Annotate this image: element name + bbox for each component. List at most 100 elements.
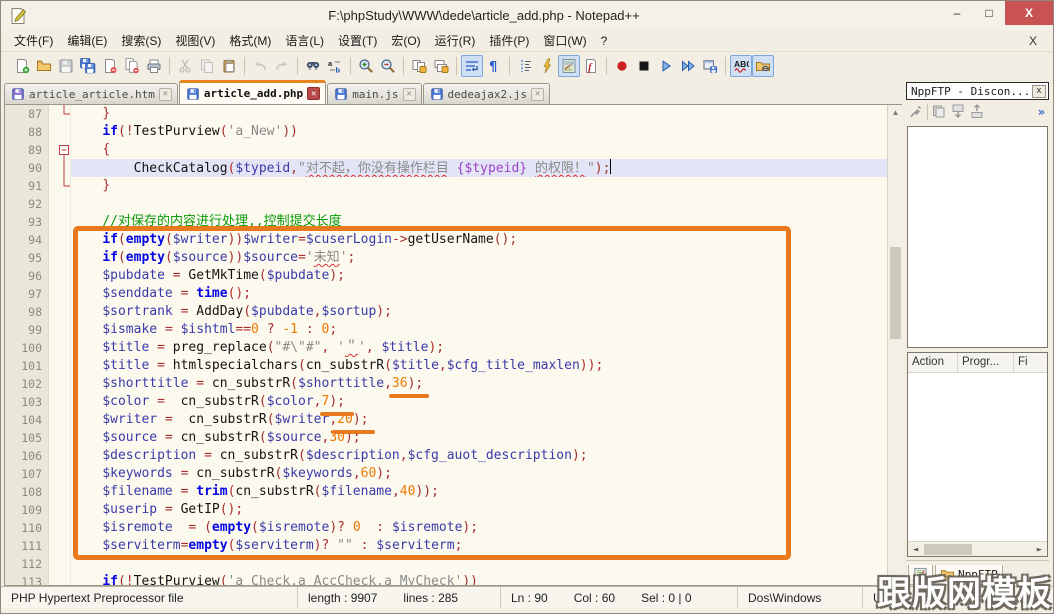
macro-play-button[interactable] <box>655 55 677 77</box>
menu-item-7[interactable]: 宏(O) <box>384 30 427 51</box>
ftp-connect-button[interactable] <box>908 103 924 122</box>
bookmark-margin[interactable] <box>49 123 57 141</box>
bookmark-margin[interactable] <box>49 267 57 285</box>
word-wrap-button[interactable] <box>461 55 483 77</box>
bookmark-margin[interactable] <box>49 177 57 195</box>
nppftp-horizontal-scrollbar[interactable]: ◄ ► <box>908 541 1047 556</box>
bookmark-margin[interactable] <box>49 519 57 537</box>
indent-guide-button[interactable] <box>514 55 536 77</box>
menu-close-doc-button[interactable]: X <box>1019 34 1047 48</box>
menu-item-5[interactable]: 语言(L) <box>278 30 331 51</box>
fold-margin[interactable] <box>57 573 71 585</box>
menu-item-1[interactable]: 编辑(E) <box>60 30 114 51</box>
macro-record-button[interactable] <box>611 55 633 77</box>
bookmark-margin[interactable] <box>49 429 57 447</box>
scroll-up-arrow-icon[interactable]: ▲ <box>888 105 902 120</box>
fold-margin[interactable] <box>57 555 71 573</box>
fold-margin[interactable] <box>57 429 71 447</box>
fold-margin[interactable] <box>57 105 71 123</box>
fold-margin[interactable] <box>57 393 71 411</box>
bookmark-margin[interactable] <box>49 501 57 519</box>
save-all-button[interactable] <box>77 55 99 77</box>
bookmark-margin[interactable] <box>49 573 57 585</box>
bookmark-margin[interactable] <box>49 447 57 465</box>
menu-item-0[interactable]: 文件(F) <box>7 30 60 51</box>
fold-margin[interactable] <box>57 447 71 465</box>
tab-dedeajax2-js[interactable]: dedeajax2.js✕ <box>423 83 550 104</box>
bookmark-margin[interactable] <box>49 213 57 231</box>
zoom-in-button[interactable] <box>355 55 377 77</box>
function-list-button[interactable]: f <box>580 55 602 77</box>
ftp-settings-button[interactable] <box>931 103 947 122</box>
tab-main-js[interactable]: main.js✕ <box>327 83 421 104</box>
nppftp-overflow-chevron[interactable]: » <box>1038 105 1047 119</box>
maximize-button[interactable]: □ <box>973 1 1005 25</box>
fold-margin[interactable] <box>57 195 71 213</box>
menu-item-4[interactable]: 格式(M) <box>222 30 278 51</box>
fold-margin[interactable] <box>57 213 71 231</box>
fold-margin[interactable] <box>57 321 71 339</box>
menu-item-6[interactable]: 设置(T) <box>331 30 384 51</box>
close-file-button[interactable] <box>99 55 121 77</box>
bookmark-margin[interactable] <box>49 375 57 393</box>
queue-column-action[interactable]: Action <box>908 353 958 372</box>
menu-item-3[interactable]: 视图(V) <box>168 30 222 51</box>
bookmark-margin[interactable] <box>49 411 57 429</box>
tab-close-icon[interactable]: ✕ <box>403 88 416 101</box>
open-file-button[interactable] <box>33 55 55 77</box>
close-all-button[interactable] <box>121 55 143 77</box>
bookmark-margin[interactable] <box>49 105 57 123</box>
tab-close-icon[interactable]: ✕ <box>307 87 320 100</box>
document-map-button[interactable] <box>558 55 580 77</box>
fold-margin[interactable] <box>57 519 71 537</box>
minimize-button[interactable]: – <box>941 1 973 25</box>
nppftp-close-button[interactable]: x <box>1032 85 1046 98</box>
bookmark-margin[interactable] <box>49 465 57 483</box>
bookmark-margin[interactable] <box>49 321 57 339</box>
fold-margin[interactable] <box>57 537 71 555</box>
tab-article-add-php[interactable]: article_add.php✕ <box>179 80 326 104</box>
nppftp-queue-list[interactable] <box>908 373 1047 541</box>
bookmark-margin[interactable] <box>49 285 57 303</box>
new-file-button[interactable] <box>11 55 33 77</box>
fold-margin[interactable] <box>57 375 71 393</box>
fold-margin[interactable] <box>57 231 71 249</box>
menu-item-8[interactable]: 运行(R) <box>428 30 483 51</box>
tab-close-icon[interactable]: ✕ <box>531 88 544 101</box>
bookmark-margin[interactable] <box>49 537 57 555</box>
bookmark-margin[interactable] <box>49 357 57 375</box>
bookmark-margin[interactable] <box>49 141 57 159</box>
fold-margin[interactable] <box>57 177 71 195</box>
fold-margin[interactable] <box>57 357 71 375</box>
fold-margin[interactable] <box>57 303 71 321</box>
bookmark-margin[interactable] <box>49 393 57 411</box>
zoom-out-button[interactable] <box>377 55 399 77</box>
menu-item-11[interactable]: ? <box>594 32 615 50</box>
queue-column-fi[interactable]: Fi <box>1014 353 1047 372</box>
scrollbar-thumb[interactable] <box>890 247 901 339</box>
bookmark-margin[interactable] <box>49 303 57 321</box>
tab-close-icon[interactable]: ✕ <box>159 88 172 101</box>
fold-margin[interactable] <box>57 285 71 303</box>
nppftp-toggle-button[interactable] <box>752 55 774 77</box>
bookmark-margin[interactable] <box>49 555 57 573</box>
macro-run-multiple-button[interactable] <box>677 55 699 77</box>
fold-margin[interactable] <box>57 339 71 357</box>
fold-margin[interactable] <box>57 159 71 177</box>
close-button[interactable]: X <box>1005 1 1053 25</box>
editor-vertical-scrollbar[interactable]: ▲ ▼ <box>887 105 902 585</box>
menu-item-9[interactable]: 插件(P) <box>482 30 536 51</box>
fold-margin[interactable] <box>57 141 71 159</box>
ftp-download-button[interactable] <box>950 103 966 122</box>
ftp-upload-button[interactable] <box>969 103 985 122</box>
bookmark-margin[interactable] <box>49 483 57 501</box>
sync-vertical-button[interactable] <box>408 55 430 77</box>
nppftp-file-tree[interactable] <box>907 126 1048 348</box>
macro-stop-button[interactable] <box>633 55 655 77</box>
paste-button[interactable] <box>218 55 240 77</box>
code-editor[interactable]: 87 }88 if(!TestPurview('a_New'))89 {90 C… <box>4 104 902 586</box>
bookmark-margin[interactable] <box>49 195 57 213</box>
tab-article-article-htm[interactable]: article_article.htm✕ <box>4 83 178 104</box>
replace-button[interactable]: ab <box>324 55 346 77</box>
fold-margin[interactable] <box>57 501 71 519</box>
